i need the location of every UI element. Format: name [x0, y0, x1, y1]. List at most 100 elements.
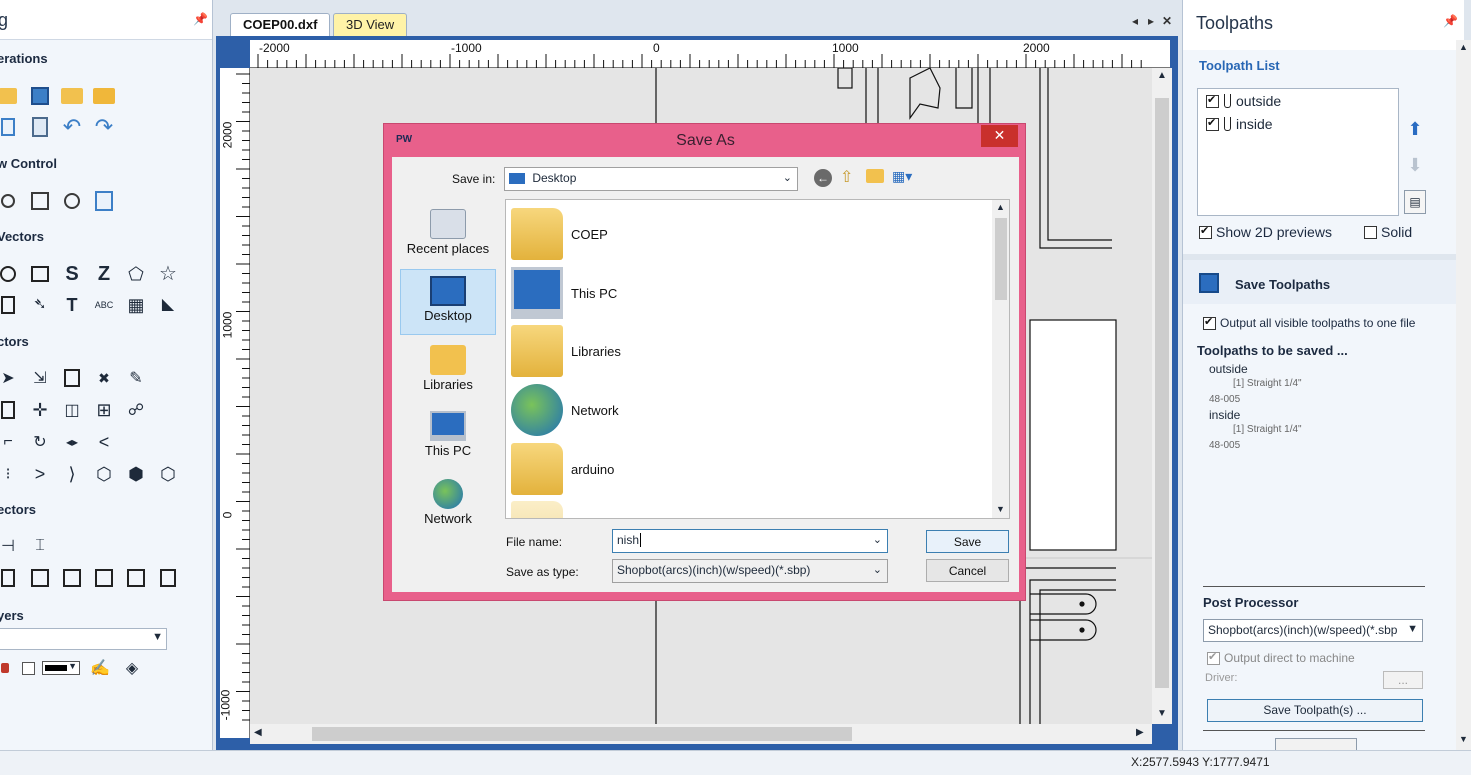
scroll-up-icon[interactable]: ▲	[996, 202, 1005, 212]
offset-a-icon[interactable]: ⊣	[0, 532, 24, 560]
copy-icon[interactable]	[0, 113, 24, 141]
offset-b-icon[interactable]: ⌶	[24, 532, 56, 560]
draw-polyline-icon[interactable]: Z	[88, 260, 120, 288]
array-icon[interactable]: ▦	[120, 291, 152, 319]
shape-a-icon[interactable]: ⬡	[88, 460, 120, 488]
new-file-icon[interactable]	[0, 82, 24, 110]
save-icon[interactable]	[24, 82, 56, 110]
rotate-icon[interactable]: ↻	[24, 428, 56, 456]
scroll-left-icon[interactable]: ◀	[254, 727, 262, 738]
grid-icon[interactable]: ⊞	[88, 396, 120, 424]
tab-scroll-left-icon[interactable]: ◂	[1132, 14, 1138, 28]
show-previews-option[interactable]: Show 2D previews	[1199, 224, 1332, 240]
draw-rectangle-icon[interactable]	[24, 260, 56, 288]
view-menu-icon[interactable]: ▦▾	[892, 168, 912, 185]
save-button[interactable]: Save	[926, 530, 1009, 553]
list-item[interactable]: arduino	[511, 440, 614, 498]
layer-visibility-checkbox[interactable]	[18, 654, 38, 682]
transform-icon[interactable]	[56, 364, 88, 392]
new-folder-icon[interactable]	[866, 169, 884, 183]
back-icon[interactable]: ←	[814, 169, 832, 187]
solid-checkbox[interactable]	[1364, 225, 1377, 239]
shape-b-icon[interactable]: ⬢	[120, 460, 152, 488]
extend-icon[interactable]: ⁝	[0, 460, 24, 488]
layer-select[interactable]: ▼	[0, 628, 167, 650]
output-one-file-option[interactable]: Output all visible toolpaths to one file	[1203, 315, 1415, 330]
scale-icon[interactable]: ◂▸	[56, 428, 88, 456]
pin-icon[interactable]: 📌	[1443, 14, 1458, 28]
move-up-button[interactable]: ⬆	[1404, 116, 1426, 142]
pin-icon[interactable]: 📌	[193, 12, 208, 26]
place-network[interactable]: Network	[400, 473, 496, 539]
close-button[interactable]	[1275, 738, 1357, 750]
offset-d-icon[interactable]	[24, 564, 56, 592]
scroll-up-icon[interactable]: ▲	[1459, 42, 1468, 52]
node-edit-icon[interactable]: ⇲	[24, 364, 56, 392]
file-name-input[interactable]: nish ⌄	[612, 529, 888, 553]
text-tool-icon[interactable]: T	[56, 291, 88, 319]
place-this-pc[interactable]: This PC	[400, 405, 496, 471]
arrow-right-icon[interactable]: >	[24, 460, 56, 488]
align-icon[interactable]	[0, 396, 24, 424]
view-vertical-scrollbar[interactable]: ▲ ▼	[1152, 68, 1172, 724]
file-list-scroll-thumb[interactable]	[995, 218, 1007, 300]
file-list-scrollbar[interactable]: ▲ ▼	[992, 200, 1009, 518]
shape-c-icon[interactable]: ⬡	[152, 460, 184, 488]
join-icon[interactable]: ☍	[120, 396, 152, 424]
toolpath-outside-checkbox[interactable]	[1206, 93, 1219, 108]
tab-3d-view[interactable]: 3D View	[333, 13, 408, 36]
offset-e-icon[interactable]	[56, 564, 88, 592]
bracket-icon[interactable]: ⟩	[56, 460, 88, 488]
layer-color-select[interactable]: ▼	[38, 654, 84, 682]
paste-icon[interactable]	[24, 113, 56, 141]
offset-g-icon[interactable]	[120, 564, 152, 592]
draw-star-icon[interactable]: ☆	[152, 260, 184, 288]
list-item[interactable]: Libraries	[511, 322, 621, 380]
file-list[interactable]: COEP This PC Libraries Network arduino ▲…	[505, 199, 1010, 519]
tab-coep00-dxf[interactable]: COEP00.dxf	[230, 13, 331, 36]
draw-node-icon[interactable]: ➴	[24, 291, 56, 319]
solid-option[interactable]: Solid	[1364, 224, 1412, 240]
draw-page-icon[interactable]	[0, 291, 24, 319]
lock-icon[interactable]	[0, 654, 18, 682]
up-folder-icon[interactable]: ⇧	[840, 167, 853, 187]
list-item[interactable]: COEP	[511, 205, 608, 263]
tab-scroll-right-icon[interactable]: ▸	[1148, 14, 1154, 28]
list-item[interactable]: outside	[1206, 93, 1281, 109]
draw-curve-icon[interactable]: S	[56, 260, 88, 288]
undo-icon[interactable]: ↶	[56, 113, 88, 141]
draw-polygon-icon[interactable]: ⬠	[120, 260, 152, 288]
place-recent[interactable]: Recent places	[400, 203, 496, 269]
offset-c-icon[interactable]	[0, 564, 24, 592]
import-folder-icon[interactable]	[88, 82, 120, 110]
angle-icon[interactable]: <	[88, 428, 120, 456]
list-item[interactable]: This PC	[511, 264, 617, 322]
output-one-file-checkbox[interactable]	[1203, 315, 1216, 330]
redo-icon[interactable]: ↷	[88, 113, 120, 141]
layer-fill-icon[interactable]: ◈	[116, 654, 148, 682]
fillet-icon[interactable]: ◣	[152, 291, 184, 319]
panel-scrollbar[interactable]: ▲ ▼	[1456, 40, 1471, 750]
cancel-button[interactable]: Cancel	[926, 559, 1009, 582]
show-previews-checkbox[interactable]	[1199, 224, 1212, 239]
scroll-down-icon[interactable]: ▼	[996, 504, 1005, 514]
mirror-icon[interactable]: ◫	[56, 396, 88, 424]
trim-icon[interactable]: ⌐	[0, 428, 24, 456]
zoom-extents-icon[interactable]	[0, 187, 24, 215]
select-icon[interactable]: ➤	[0, 364, 24, 392]
offset-f-icon[interactable]	[88, 564, 120, 592]
save-as-type-select[interactable]: Shopbot(arcs)(inch)(w/speed)(*.sbp) ⌄	[612, 559, 888, 583]
zoom-magnifier-icon[interactable]	[56, 187, 88, 215]
toolpath-inside-checkbox[interactable]	[1206, 116, 1219, 131]
scroll-right-icon[interactable]: ▶	[1136, 727, 1144, 738]
save-toolpaths-button[interactable]: Save Toolpath(s) ...	[1207, 699, 1423, 722]
vertical-scroll-thumb[interactable]	[1155, 98, 1169, 688]
center-icon[interactable]: ✛	[24, 396, 56, 424]
scroll-up-icon[interactable]: ▲	[1157, 70, 1167, 81]
move-down-button[interactable]: ⬇	[1404, 152, 1426, 178]
delete-node-icon[interactable]: ✖	[88, 364, 120, 392]
zoom-box-icon[interactable]	[24, 187, 56, 215]
open-folder-icon[interactable]	[56, 82, 88, 110]
view-horizontal-scrollbar[interactable]: ◀ ▶	[250, 724, 1152, 744]
horizontal-scroll-thumb[interactable]	[312, 727, 852, 741]
